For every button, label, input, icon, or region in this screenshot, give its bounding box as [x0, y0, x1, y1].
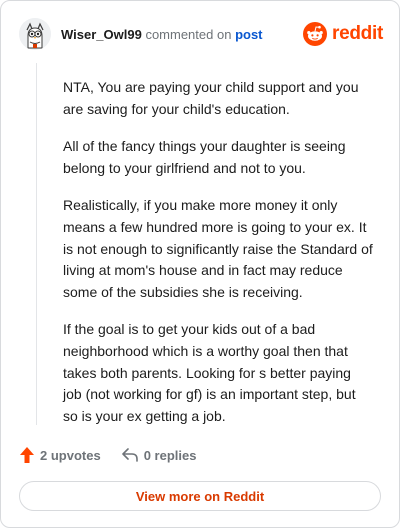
post-link[interactable]: post — [235, 27, 262, 42]
comment-action-text: commented on — [145, 27, 232, 42]
view-more-on-reddit-button[interactable]: View more on Reddit — [19, 481, 381, 511]
reddit-wordmark: reddit — [332, 23, 383, 44]
replies-button[interactable]: 0 replies — [121, 447, 197, 463]
upvote-count: 2 upvotes — [40, 447, 101, 463]
embedded-comment-card: Wiser_Owl99 commented on post reddit NTA… — [0, 0, 400, 528]
reddit-logo[interactable]: reddit — [303, 22, 383, 46]
upvote-arrow-icon — [20, 447, 34, 463]
comment-body: NTA, You are paying your child support a… — [63, 77, 373, 443]
thread-line — [36, 63, 37, 425]
reply-count: 0 replies — [143, 447, 197, 463]
comment-paragraph: NTA, You are paying your child support a… — [63, 79, 359, 117]
comment-paragraph: All of the fancy things your daughter is… — [63, 138, 346, 176]
view-more-label: View more on Reddit — [135, 488, 265, 504]
reddit-snoo-icon — [303, 22, 328, 46]
comment-paragraph: Realistically, if you make more money it… — [63, 197, 373, 300]
comment-header: Wiser_Owl99 commented on post reddit — [19, 17, 383, 51]
owl-avatar-icon[interactable] — [19, 18, 51, 50]
comment-paragraph: If the goal is to get your kids out of a… — [63, 321, 356, 424]
author-username[interactable]: Wiser_Owl99 — [61, 27, 142, 42]
comment-actions: 2 upvotes 0 replies — [19, 445, 196, 465]
reply-arrow-icon — [121, 448, 138, 462]
upvote-button[interactable]: 2 upvotes — [19, 446, 101, 464]
comment-attribution: Wiser_Owl99 commented on post — [61, 27, 263, 42]
